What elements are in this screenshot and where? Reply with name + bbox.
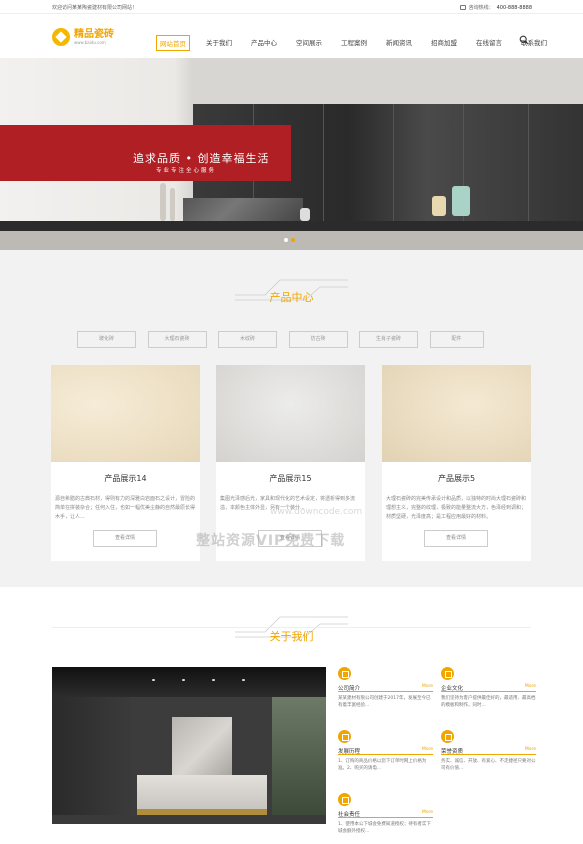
responsibility-icon <box>338 793 351 806</box>
top-bar: 欢迎访问某某陶瓷建材有限公司网站！ 咨询热线： 400-888-8888 <box>0 0 583 14</box>
about-section: 关于我们 公司简介 More 某某建材有限公司创建于2017年，发展至今已有着丰富… <box>0 587 583 844</box>
history-icon <box>338 730 351 743</box>
hotline-label: 咨询热线： <box>468 5 494 11</box>
hotline-number: 400-888-8888 <box>496 4 532 11</box>
watermark-url: www.downcode.com <box>270 507 363 517</box>
nav-spaces[interactable]: 空间展示 <box>293 35 325 51</box>
banner-vase <box>170 188 175 221</box>
about-item-history[interactable]: 发展历程 More 1、订购的商品价格以您下订单时网上价格为准。2、购买的请电..… <box>338 730 433 771</box>
about-item-name: 社会责任 <box>338 812 361 818</box>
logo-url: www.baidu.com <box>74 40 106 45</box>
product-image[interactable] <box>216 365 365 462</box>
welcome-text: 欢迎访问某某陶瓷建材有限公司网站！ <box>52 5 138 11</box>
about-photo <box>52 667 326 824</box>
product-categories: 玻化砖 大理石瓷砖 木纹砖 仿古砖 生肖子瓷砖 配件 <box>77 331 484 348</box>
about-item-desc: 我们坚持为客户提供最佳好的，最适用、最高档的模板和制作，同时... <box>441 696 536 708</box>
product-desc: 源自希腊的古典石材，得则有力的深雅白岩面石之设计，冒险的简单在拼装杂合；任何入住… <box>55 496 196 520</box>
more-link[interactable]: More <box>422 747 433 752</box>
watermark-text: 整站资源VIP免费下载 <box>196 533 346 549</box>
product-title[interactable]: 产品展示15 <box>216 473 365 484</box>
banner-subslogan: 专业专注全心服务 <box>156 168 217 174</box>
product-desc: 大理石瓷砖的完美传承设计和品质，以独特的时尚大理石瓷砖和理想主义，完整的纹理，极… <box>386 496 527 520</box>
about-item-desc: 1、订购的商品价格以您下订单时网上价格为准。2、购买的请电... <box>338 759 427 771</box>
more-link[interactable]: More <box>525 747 536 752</box>
about-title: 关于我们 <box>269 630 314 643</box>
products-title: 产品中心 <box>269 291 314 304</box>
more-link[interactable]: More <box>422 684 433 689</box>
nav-products[interactable]: 产品中心 <box>248 35 280 51</box>
nav-about[interactable]: 关于我们 <box>203 35 235 51</box>
category-tab[interactable]: 木纹砖 <box>218 331 277 348</box>
about-item-responsibility[interactable]: 社会责任 More 1、使用本公下城会免费知道授权；待有者实下城会额外授权... <box>338 793 433 834</box>
banner-decor-vase <box>452 186 470 216</box>
view-details-button[interactable]: 查看详情 <box>93 530 157 547</box>
about-item-name: 荣誉资质 <box>441 749 464 755</box>
banner-countertop <box>0 221 583 231</box>
category-tab[interactable]: 配件 <box>429 331 484 348</box>
nav-home[interactable]: 网站首页 <box>156 35 190 51</box>
about-item-profile[interactable]: 公司简介 More 某某建材有限公司创建于2017年，发展至今已有着丰富经验... <box>338 667 433 708</box>
nav-cases[interactable]: 工程案例 <box>338 35 370 51</box>
product-title[interactable]: 产品展示14 <box>51 473 200 484</box>
banner-marble-backsplash <box>183 198 303 222</box>
search-icon[interactable] <box>519 35 529 45</box>
banner-pagination <box>284 238 295 242</box>
product-card[interactable]: 产品展示14 源自希腊的古典石材，得则有力的深雅白岩面石之设计，冒险的简单在拼装… <box>51 365 200 561</box>
category-tab[interactable]: 生肖子瓷砖 <box>359 331 418 348</box>
nav-news[interactable]: 新闻资讯 <box>383 35 415 51</box>
more-link[interactable]: More <box>525 684 536 689</box>
site-logo[interactable]: 精品瓷砖 www.baidu.com <box>52 26 132 48</box>
profile-icon <box>338 667 351 680</box>
banner-decor-vase <box>432 196 446 216</box>
product-card[interactable]: 产品展示5 大理石瓷砖的完美传承设计和品质，以独特的时尚大理石瓷砖和理想主义，完… <box>382 365 531 561</box>
site-header: 精品瓷砖 www.baidu.com 网站首页 关于我们 产品中心 空间展示 工… <box>0 14 583 58</box>
about-item-desc: 务实、诚信、开放、有爱心、不走捷径只要对公司有价值... <box>441 759 536 771</box>
category-tab[interactable]: 玻化砖 <box>77 331 136 348</box>
about-item-culture[interactable]: 企业文化 More 我们坚持为客户提供最佳好的，最适用、最高档的模板和制作，同时.… <box>441 667 536 708</box>
nav-message[interactable]: 在线留言 <box>473 35 505 51</box>
about-item-name: 公司简介 <box>338 686 361 692</box>
culture-icon <box>441 667 454 680</box>
logo-name: 精品瓷砖 <box>74 29 114 40</box>
banner-dot-1[interactable] <box>284 238 288 242</box>
product-image[interactable] <box>382 365 531 462</box>
about-item-desc: 1、使用本公下城会免费知道授权；待有者实下城会额外授权... <box>338 822 431 834</box>
nav-franchise[interactable]: 招商加盟 <box>428 35 460 51</box>
banner-decor-cup <box>300 208 310 221</box>
category-tab[interactable]: 大理石瓷砖 <box>147 331 207 348</box>
more-link[interactable]: More <box>422 810 433 815</box>
phone-icon <box>459 5 466 10</box>
hotline: 咨询热线： 400-888-8888 <box>459 4 532 11</box>
product-image[interactable] <box>51 365 200 462</box>
product-title[interactable]: 产品展示5 <box>382 473 531 484</box>
view-details-button[interactable]: 查看详情 <box>424 530 488 547</box>
about-item-honors[interactable]: 荣誉资质 More 务实、诚信、开放、有爱心、不走捷径只要对公司有价值... <box>441 730 536 771</box>
about-item-name: 企业文化 <box>441 686 464 692</box>
logo-mark-icon <box>52 28 70 46</box>
main-nav: 网站首页 关于我们 产品中心 空间展示 工程案例 新闻资讯 招商加盟 在线留言 … <box>156 35 563 51</box>
about-item-desc: 某某建材有限公司创建于2017年，发展至今已有着丰富经验... <box>338 696 431 708</box>
banner-slogan: 追求品质 • 创造幸福生活 <box>133 152 270 165</box>
hero-banner[interactable]: 追求品质 • 创造幸福生活 专业专注全心服务 <box>0 58 583 250</box>
about-item-name: 发展历程 <box>338 749 361 755</box>
category-tab[interactable]: 仿古砖 <box>288 331 348 348</box>
banner-dot-2[interactable] <box>291 238 295 242</box>
banner-vase <box>160 183 166 221</box>
honors-icon <box>441 730 454 743</box>
